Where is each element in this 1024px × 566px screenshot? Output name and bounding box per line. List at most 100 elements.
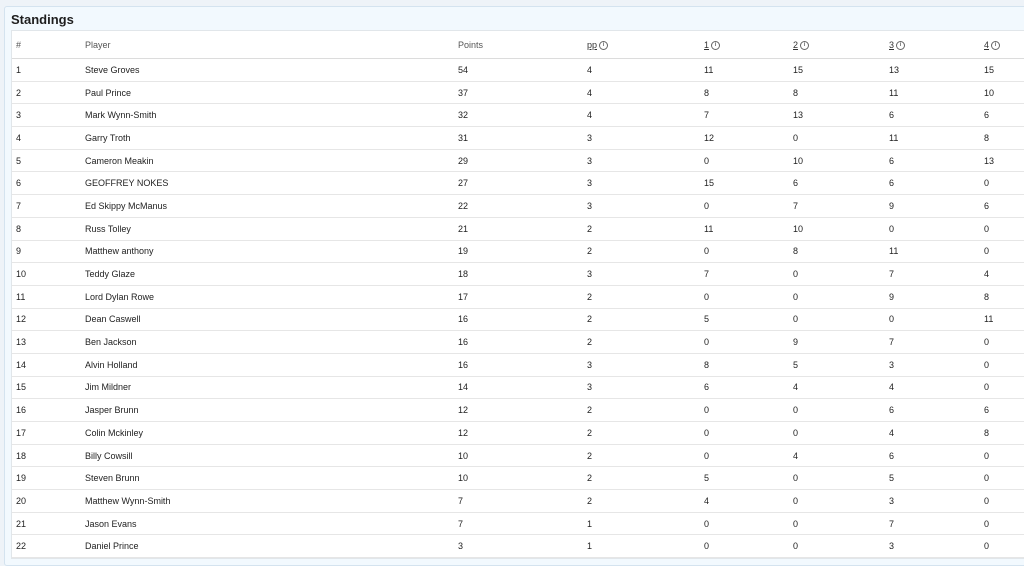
- cell-player: GEOFFREY NOKES: [85, 171, 458, 196]
- cell-round-1: 15: [704, 171, 793, 196]
- cell-round-4: 10: [984, 81, 1024, 105]
- table-row: 21 Jason Evans 7 1 0 0 7 0: [12, 512, 1024, 536]
- table-row: 9 Matthew anthony 19 2 0 8 11 0: [12, 240, 1024, 264]
- cell-round-2: 0: [793, 285, 889, 309]
- info-icon[interactable]: i: [991, 40, 1001, 50]
- cell-round-4: 13: [984, 149, 1024, 173]
- info-icon[interactable]: i: [800, 40, 810, 50]
- header-round-2-link[interactable]: 2: [793, 40, 798, 50]
- cell-rank: 15: [12, 376, 85, 400]
- header-points: Points: [458, 31, 587, 59]
- header-round-3-link[interactable]: 3: [889, 40, 894, 50]
- cell-player: Steve Groves: [85, 58, 458, 82]
- cell-round-3: 7: [889, 330, 984, 354]
- cell-round-1: 7: [704, 262, 793, 286]
- cell-round-2: 6: [793, 171, 889, 196]
- cell-round-2: 0: [793, 512, 889, 536]
- cell-round-1: 0: [704, 330, 793, 354]
- cell-points: 16: [458, 353, 587, 377]
- table-row: 17 Colin Mckinley 12 2 0 0 4 8: [12, 421, 1024, 445]
- cell-player: Billy Cowsill: [85, 444, 458, 468]
- cell-player: Daniel Prince: [85, 534, 458, 559]
- cell-round-3: 7: [889, 262, 984, 286]
- cell-round-2: 15: [793, 58, 889, 82]
- cell-round-3: 3: [889, 353, 984, 377]
- cell-round-3: 3: [889, 489, 984, 513]
- cell-points: 7: [458, 512, 587, 536]
- cell-round-1: 6: [704, 376, 793, 400]
- header-round-2: 2i: [793, 31, 889, 59]
- cell-pp: 3: [587, 171, 704, 196]
- info-icon[interactable]: i: [896, 40, 906, 50]
- table-row: 8 Russ Tolley 21 2 11 10 0 0: [12, 217, 1024, 241]
- cell-rank: 14: [12, 353, 85, 377]
- cell-pp: 3: [587, 194, 704, 218]
- cell-round-3: 6: [889, 171, 984, 196]
- cell-pp: 2: [587, 330, 704, 354]
- cell-round-3: 5: [889, 466, 984, 491]
- table-row: 22 Daniel Prince 3 1 0 0 3 0: [12, 534, 1024, 559]
- cell-player: Matthew anthony: [85, 240, 458, 264]
- cell-points: 16: [458, 308, 587, 332]
- header-round-1-link[interactable]: 1: [704, 40, 709, 50]
- cell-round-3: 6: [889, 149, 984, 173]
- cell-pp: 2: [587, 285, 704, 309]
- cell-player: Matthew Wynn-Smith: [85, 489, 458, 513]
- cell-rank: 13: [12, 330, 85, 354]
- cell-round-3: 9: [889, 285, 984, 309]
- cell-points: 17: [458, 285, 587, 309]
- cell-round-4: 0: [984, 353, 1024, 377]
- cell-round-2: 0: [793, 466, 889, 491]
- cell-pp: 2: [587, 240, 704, 264]
- cell-pp: 3: [587, 376, 704, 400]
- info-icon[interactable]: i: [599, 40, 609, 50]
- cell-round-1: 0: [704, 444, 793, 468]
- cell-player: Jasper Brunn: [85, 398, 458, 422]
- cell-rank: 21: [12, 512, 85, 536]
- cell-round-4: 8: [984, 285, 1024, 309]
- panel-title: Standings: [11, 12, 74, 27]
- table-row: 6 GEOFFREY NOKES 27 3 15 6 6 0: [12, 171, 1024, 196]
- cell-round-1: 0: [704, 398, 793, 422]
- cell-round-4: 6: [984, 194, 1024, 218]
- cell-round-3: 3: [889, 534, 984, 559]
- cell-round-3: 9: [889, 194, 984, 218]
- cell-rank: 5: [12, 149, 85, 173]
- cell-pp: 3: [587, 262, 704, 286]
- header-pp-link[interactable]: pp: [587, 40, 597, 50]
- cell-round-2: 13: [793, 103, 889, 128]
- table-row: 12 Dean Caswell 16 2 5 0 0 11: [12, 308, 1024, 332]
- cell-rank: 12: [12, 308, 85, 332]
- cell-points: 12: [458, 421, 587, 445]
- cell-points: 7: [458, 489, 587, 513]
- table-header-row: # Player Points pp i 1i 2i 3i 4i: [12, 31, 1024, 59]
- header-round-4: 4i: [984, 31, 1024, 59]
- table-row: 14 Alvin Holland 16 3 8 5 3 0: [12, 353, 1024, 377]
- cell-round-3: 6: [889, 444, 984, 468]
- cell-round-3: 4: [889, 421, 984, 445]
- cell-player: Dean Caswell: [85, 308, 458, 332]
- table-row: 15 Jim Mildner 14 3 6 4 4 0: [12, 376, 1024, 400]
- cell-player: Jason Evans: [85, 512, 458, 536]
- cell-rank: 6: [12, 171, 85, 196]
- cell-pp: 2: [587, 444, 704, 468]
- cell-round-3: 11: [889, 240, 984, 264]
- header-round-4-link[interactable]: 4: [984, 40, 989, 50]
- cell-points: 12: [458, 398, 587, 422]
- cell-round-1: 0: [704, 194, 793, 218]
- cell-round-3: 11: [889, 126, 984, 150]
- cell-round-3: 0: [889, 217, 984, 241]
- cell-points: 37: [458, 81, 587, 105]
- header-round-3: 3i: [889, 31, 984, 59]
- cell-round-2: 9: [793, 330, 889, 354]
- cell-player: Garry Troth: [85, 126, 458, 150]
- cell-rank: 18: [12, 444, 85, 468]
- cell-pp: 1: [587, 512, 704, 536]
- header-player: Player: [85, 31, 458, 59]
- info-icon[interactable]: i: [711, 40, 721, 50]
- cell-round-2: 10: [793, 217, 889, 241]
- table-row: 20 Matthew Wynn-Smith 7 2 4 0 3 0: [12, 489, 1024, 513]
- header-round-1: 1i: [704, 31, 793, 59]
- cell-player: Teddy Glaze: [85, 262, 458, 286]
- cell-pp: 1: [587, 534, 704, 559]
